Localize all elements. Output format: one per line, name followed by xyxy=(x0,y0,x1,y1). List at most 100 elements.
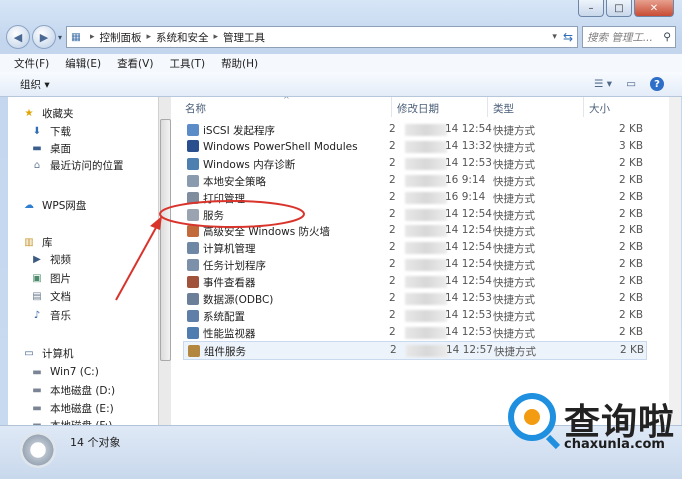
menu-tools[interactable]: 工具(T) xyxy=(169,56,205,71)
file-name: Windows 内存诊断 xyxy=(203,158,296,171)
menu-help[interactable]: 帮助(H) xyxy=(221,56,258,71)
star-icon: ★ xyxy=(24,107,34,119)
file-size: 2 KB xyxy=(619,190,644,203)
chaxunla-logo-icon xyxy=(508,393,556,441)
shortcut-icon xyxy=(187,259,199,272)
organize-button[interactable]: 组织 ▾ xyxy=(20,77,50,92)
preview-pane-icon[interactable]: ▭ xyxy=(626,78,636,90)
file-row[interactable]: 本地安全策略 2 16 9:14 快捷方式 2 KB xyxy=(183,172,645,189)
file-date: 14 12:53 xyxy=(445,308,492,321)
file-size: 2 KB xyxy=(619,275,644,288)
file-type: 快捷方式 xyxy=(493,125,535,137)
file-name: 计算机管理 xyxy=(203,243,256,256)
breadcrumb-chevron-icon[interactable]: ▸ xyxy=(146,32,151,42)
file-date: 14 12:54 xyxy=(445,123,492,135)
sidebar-item[interactable]: ▬ Win7 (C:) xyxy=(30,364,99,380)
sidebar-item[interactable]: ▬ 本地磁盘 (D:) xyxy=(30,382,115,398)
column-name[interactable]: 名称 xyxy=(185,101,206,116)
file-row[interactable]: iSCSI 发起程序 2 14 12:54 快捷方式 2 KB xyxy=(183,121,645,138)
recent-places-icon: ⌂ xyxy=(33,159,41,171)
menu-view[interactable]: 查看(V) xyxy=(117,56,153,71)
file-row[interactable]: 高级安全 Windows 防火墙 2 14 12:54 快捷方式 2 KB xyxy=(183,222,645,239)
forward-button[interactable]: ▶ xyxy=(32,25,56,49)
maximize-button[interactable]: □ xyxy=(606,0,632,17)
address-bar[interactable]: ▦ ▸ 控制面板 ▸ 系统和安全 ▸ 管理工具 ▾ ⇆ xyxy=(66,26,578,48)
file-type: 快捷方式 xyxy=(493,141,535,154)
file-row[interactable]: Windows PowerShell Modules 2 14 13:32 快捷方式 3… xyxy=(183,138,645,155)
file-type: 快捷方式 xyxy=(493,226,535,239)
sidebar-item[interactable]: ▬ 本地磁盘 (E:) xyxy=(30,400,113,416)
file-list-scrollbar[interactable] xyxy=(669,97,681,425)
sidebar-item[interactable]: ⬇ 下载 xyxy=(30,123,71,139)
sidebar-item[interactable]: ▬本地磁盘 (F:) xyxy=(30,417,112,426)
drive-icon: ▬ xyxy=(32,366,42,378)
sidebar-item[interactable]: ▣ 图片 xyxy=(30,270,71,286)
sidebar-item[interactable]: ☁ WPS网盘 xyxy=(22,197,86,213)
date-prefix: 2 xyxy=(389,241,396,254)
sidebar-item[interactable]: ▭ 计算机 xyxy=(22,345,73,361)
column-size[interactable]: 大小 xyxy=(589,101,610,116)
redacted-date xyxy=(405,140,447,153)
file-size: 2 KB xyxy=(619,241,644,254)
search-icon[interactable]: ⚲ xyxy=(663,31,671,43)
shortcut-icon xyxy=(187,326,199,339)
file-name: iSCSI 发起程序 xyxy=(203,125,276,137)
file-row[interactable]: 打印管理 2 16 9:14 快捷方式 2 KB xyxy=(183,189,645,206)
sidebar-item[interactable]: ▬ 桌面 xyxy=(30,140,71,156)
file-row[interactable]: 系统配置 2 14 12:53 快捷方式 2 KB xyxy=(183,307,645,324)
breadcrumb-chevron-icon[interactable]: ▸ xyxy=(214,32,219,42)
search-input[interactable]: 搜索 管理工... ⚲ xyxy=(582,26,676,48)
file-size: 2 KB xyxy=(619,156,644,169)
file-type: 快捷方式 xyxy=(493,192,535,205)
shortcut-icon xyxy=(187,139,199,152)
sidebar-item[interactable]: ▶ 视频 xyxy=(30,251,71,267)
sidebar-item[interactable]: ▥ 库 xyxy=(22,234,52,250)
sidebar-item[interactable]: ♪ 音乐 xyxy=(30,307,71,323)
sidebar-item[interactable]: ★ 收藏夹 xyxy=(22,105,74,121)
file-row[interactable]: 数据源(ODBC) 2 14 12:53 快捷方式 2 KB xyxy=(183,290,645,307)
date-prefix: 2 xyxy=(389,207,396,220)
sidebar-item-label: WPS网盘 xyxy=(42,199,87,212)
redacted-date xyxy=(405,124,447,136)
address-dropdown-icon[interactable]: ▾ xyxy=(552,32,557,42)
file-row[interactable]: 计算机管理 2 14 12:54 快捷方式 2 KB xyxy=(183,239,645,256)
sidebar-item[interactable]: ⌂ 最近访问的位置 xyxy=(30,157,124,173)
redacted-date xyxy=(405,225,447,238)
music-icon: ♪ xyxy=(33,309,41,321)
menu-file[interactable]: 文件(F) xyxy=(14,56,49,71)
file-row[interactable]: 事件查看器 2 14 12:54 快捷方式 2 KB xyxy=(183,273,645,290)
breadcrumb-chevron-icon[interactable]: ▸ xyxy=(90,32,95,42)
shortcut-icon xyxy=(187,191,199,204)
scrollbar-thumb[interactable] xyxy=(160,119,171,361)
view-options-icon[interactable]: ☰ ▾ xyxy=(594,78,612,90)
file-row[interactable]: 性能监视器 2 14 12:53 快捷方式 2 KB xyxy=(183,324,645,341)
navigation-scrollbar[interactable] xyxy=(158,97,171,425)
file-type: 快捷方式 xyxy=(493,209,535,222)
file-name: 本地安全策略 xyxy=(203,175,266,188)
minimize-button[interactable]: – xyxy=(578,0,604,17)
menu-edit[interactable]: 编辑(E) xyxy=(65,56,101,71)
back-button[interactable]: ◀ xyxy=(6,25,30,49)
close-button[interactable]: ✕ xyxy=(634,0,674,17)
date-prefix: 2 xyxy=(389,123,396,135)
file-type: 快捷方式 xyxy=(493,243,535,256)
date-prefix: 2 xyxy=(389,224,396,237)
file-row[interactable]: 服务 2 14 12:54 快捷方式 2 KB xyxy=(183,206,645,223)
refresh-icon[interactable]: ⇆ xyxy=(563,30,573,44)
file-type: 快捷方式 xyxy=(493,175,535,188)
column-date[interactable]: 修改日期 xyxy=(397,101,439,116)
file-row[interactable]: Windows 内存诊断 2 14 12:53 快捷方式 2 KB xyxy=(183,155,645,172)
file-row[interactable]: 任务计划程序 2 14 12:54 快捷方式 2 KB xyxy=(183,256,645,273)
item-count: 14 个对象 xyxy=(70,436,121,449)
file-row[interactable]: 组件服务 2 14 12:57 快捷方式 2 KB xyxy=(183,340,647,360)
file-size: 2 KB xyxy=(619,207,644,220)
breadcrumb-admin-tools[interactable]: 管理工具 xyxy=(223,30,265,45)
breadcrumb-control-panel[interactable]: 控制面板 xyxy=(99,30,141,45)
column-type[interactable]: 类型 xyxy=(493,101,514,116)
file-size: 2 KB xyxy=(619,258,644,271)
date-prefix: 2 xyxy=(389,156,396,169)
breadcrumb-system-security[interactable]: 系统和安全 xyxy=(156,30,209,45)
history-dropdown-icon[interactable]: ▾ xyxy=(58,33,62,42)
sidebar-item[interactable]: ▤ 文档 xyxy=(30,288,71,304)
help-icon[interactable]: ? xyxy=(650,77,664,91)
